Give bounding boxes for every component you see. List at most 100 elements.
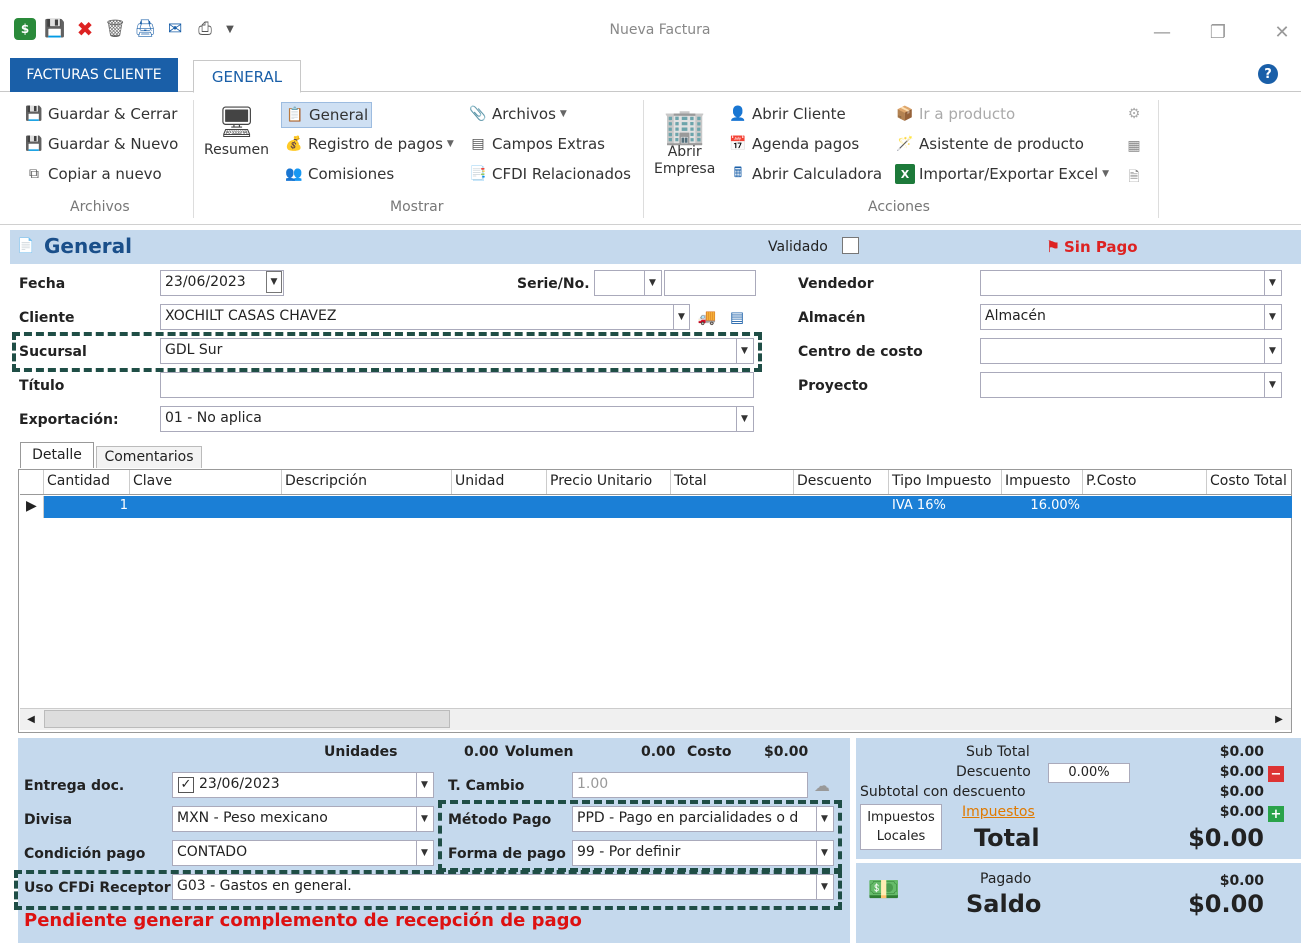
subtotal-descuento-value: $0.00 <box>1219 784 1264 800</box>
almacen-field[interactable]: Almacén <box>980 304 1282 330</box>
export-icon[interactable]: ⎙ <box>194 18 216 40</box>
agenda-pagos-button[interactable]: 📅 Agenda pagos <box>728 134 859 154</box>
list-icon[interactable]: ▤ <box>724 305 750 329</box>
delete-icon[interactable]: 🗑 <box>104 18 126 40</box>
help-icon[interactable]: ? <box>1258 64 1278 84</box>
cloud-download-icon[interactable]: ☁ <box>810 773 834 797</box>
column-header[interactable]: Cantidad <box>44 470 130 494</box>
report-icon[interactable]: 🗎 <box>1124 168 1144 188</box>
entrega-checkbox[interactable]: ✓ <box>178 777 194 793</box>
proyecto-field[interactable] <box>980 372 1282 398</box>
numero-field[interactable] <box>664 270 756 296</box>
condicion-pago-field[interactable]: CONTADO <box>172 840 434 866</box>
registro-pagos-button[interactable]: 💰 Registro de pagos ▼ <box>284 134 454 154</box>
email-icon[interactable]: ✉ <box>164 18 186 40</box>
column-header[interactable]: Clave <box>130 470 282 494</box>
plus-icon[interactable]: + <box>1268 806 1284 822</box>
serie-dropdown-icon[interactable]: ▼ <box>644 271 660 295</box>
print-icon[interactable]: 🖨 <box>134 18 156 40</box>
exportacion-field[interactable]: 01 - No aplica <box>160 406 754 432</box>
scroll-right-icon[interactable]: ▶ <box>1270 710 1288 728</box>
column-header[interactable]: Unidad <box>452 470 547 494</box>
impuestos-locales-button[interactable]: Impuestos Locales <box>860 804 942 850</box>
importar-exportar-button[interactable]: X Importar/Exportar Excel ▼ <box>895 164 1109 184</box>
guardar-cerrar-button[interactable]: 💾 Guardar & Cerrar <box>24 104 177 124</box>
validado-checkbox[interactable] <box>842 237 859 254</box>
descuento-value: $0.00 <box>1219 764 1264 780</box>
entrega-field[interactable]: 23/06/2023 <box>172 772 434 798</box>
proyecto-dropdown-icon[interactable]: ▼ <box>1264 373 1280 397</box>
entrega-dropdown-icon[interactable]: ▼ <box>416 773 432 797</box>
cell-impuesto[interactable]: 16.00% <box>1002 498 1080 513</box>
guardar-nuevo-label: Guardar & Nuevo <box>48 135 179 153</box>
ir-producto-button[interactable]: 📦 Ir a producto <box>895 104 1015 124</box>
abrir-calculadora-button[interactable]: 🖩 Abrir Calculadora <box>728 164 882 184</box>
cliente-label: Cliente <box>19 310 75 326</box>
ribbon-separator <box>643 100 644 218</box>
archivos-button[interactable]: 📎 Archivos ▼ <box>468 104 567 124</box>
column-header[interactable]: Costo Total <box>1207 470 1291 494</box>
centro-costo-dropdown-icon[interactable]: ▼ <box>1264 339 1280 363</box>
product-icon: 📦 <box>896 106 914 122</box>
row-indicator-header <box>20 470 44 494</box>
cliente-field[interactable]: XOCHILT CASAS CHAVEZ <box>160 304 690 330</box>
minimize-icon[interactable]: — <box>1148 18 1176 46</box>
resumen-label: Resumen <box>204 142 270 158</box>
tab-facturas-cliente[interactable]: FACTURAS CLIENTE <box>10 58 178 92</box>
customize-qat-icon[interactable]: ▼ <box>224 18 236 40</box>
uso-cfdi-highlight <box>14 870 842 910</box>
divisa-dropdown-icon[interactable]: ▼ <box>416 807 432 831</box>
scroll-left-icon[interactable]: ◀ <box>22 710 40 728</box>
almacen-dropdown-icon[interactable]: ▼ <box>1264 305 1280 329</box>
row-indicator[interactable]: ▶ <box>20 496 44 518</box>
descuento-pct-field[interactable]: 0.00% <box>1048 763 1130 783</box>
excel-icon: X <box>895 164 915 184</box>
vendedor-field[interactable] <box>980 270 1282 296</box>
gear-icon[interactable]: ⚙ <box>1124 104 1144 124</box>
tab-comentarios[interactable]: Comentarios <box>96 446 202 468</box>
table-icon[interactable]: ▦ <box>1124 136 1144 156</box>
guardar-nuevo-button[interactable]: 💾 Guardar & Nuevo <box>24 134 178 154</box>
condicion-pago-dropdown-icon[interactable]: ▼ <box>416 841 432 865</box>
column-header[interactable]: Total <box>671 470 794 494</box>
fecha-dropdown-icon[interactable]: ▼ <box>266 271 282 293</box>
tab-general[interactable]: GENERAL <box>193 60 301 93</box>
tab-detalle[interactable]: Detalle <box>20 442 94 468</box>
close-icon[interactable]: ✖ <box>74 17 96 41</box>
copiar-nuevo-button[interactable]: ⧉ Copiar a nuevo <box>24 164 162 184</box>
cfdi-relacionados-button[interactable]: 📑 CFDI Relacionados <box>468 164 631 184</box>
column-header[interactable]: Precio Unitario <box>547 470 671 494</box>
divisa-field[interactable]: MXN - Peso mexicano <box>172 806 434 832</box>
column-header[interactable]: Descuento <box>794 470 889 494</box>
restore-icon[interactable]: ❐ <box>1204 18 1232 46</box>
column-header[interactable]: Tipo Impuesto <box>889 470 1002 494</box>
vendedor-dropdown-icon[interactable]: ▼ <box>1264 271 1280 295</box>
app-icon: $ <box>14 18 36 40</box>
centro-costo-field[interactable] <box>980 338 1282 364</box>
cell-cantidad[interactable]: 1 <box>44 498 128 513</box>
column-header[interactable]: P.Costo <box>1083 470 1207 494</box>
abrir-empresa-button[interactable]: 🏢 Abrir Empresa <box>654 102 715 178</box>
resumen-button[interactable]: 🖥 Resumen <box>204 102 269 159</box>
titulo-field[interactable] <box>160 372 754 398</box>
truck-icon[interactable]: 🚚 <box>694 305 720 329</box>
save-icon[interactable]: 💾 <box>44 18 66 40</box>
column-header[interactable]: Impuesto <box>1002 470 1083 494</box>
campos-extras-button[interactable]: ▤ Campos Extras <box>468 134 605 154</box>
exportacion-dropdown-icon[interactable]: ▼ <box>736 407 752 431</box>
window-close-icon[interactable]: ✕ <box>1268 18 1296 46</box>
minus-icon[interactable]: − <box>1268 766 1284 782</box>
impuestos-link[interactable]: Impuestos <box>962 804 1035 820</box>
sucursal-highlight <box>12 332 762 372</box>
column-header[interactable]: Descripción <box>282 470 452 494</box>
cliente-dropdown-icon[interactable]: ▼ <box>673 305 689 329</box>
guardar-cerrar-label: Guardar & Cerrar <box>48 105 178 123</box>
tcambio-field[interactable]: 1.00 <box>572 772 808 798</box>
abrir-cliente-button[interactable]: 👤 Abrir Cliente <box>728 104 845 124</box>
general-view-button[interactable]: 📋 General <box>281 102 373 128</box>
cell-tipo-impuesto[interactable]: IVA 16% <box>892 498 946 513</box>
asistente-producto-button[interactable]: 🪄 Asistente de producto <box>895 134 1084 154</box>
comisiones-button[interactable]: 👥 Comisiones <box>284 164 394 184</box>
table-row[interactable] <box>20 496 1292 518</box>
scrollbar-thumb[interactable] <box>44 710 450 728</box>
